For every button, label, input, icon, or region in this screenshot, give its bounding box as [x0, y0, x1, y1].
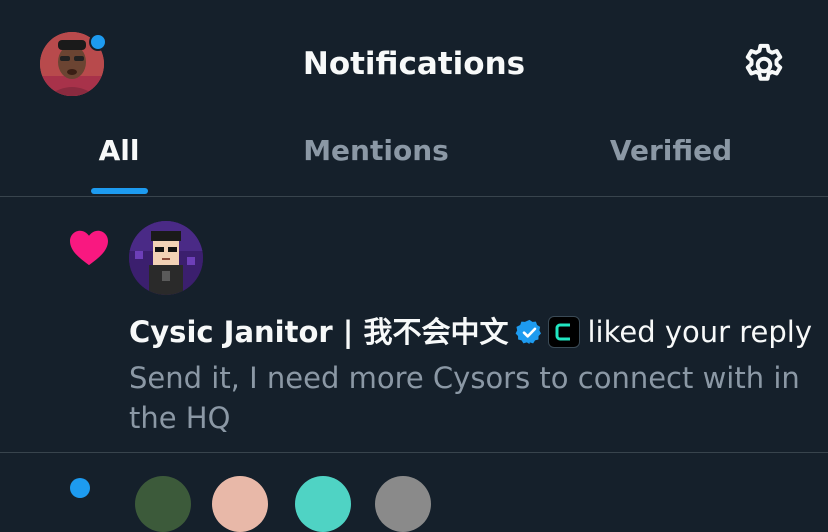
settings-button[interactable] [739, 40, 789, 90]
cysic-logo-icon [547, 316, 580, 348]
top-bar: Notifications [0, 0, 828, 130]
page-title: Notifications [302, 46, 526, 82]
notification-headline: Cysic Janitor | 我不会中文 liked your reply [129, 310, 812, 354]
next-avatar-3[interactable] [295, 476, 351, 532]
notification-action: liked your reply [587, 315, 813, 349]
next-notification-icon [70, 478, 90, 498]
tab-mentions[interactable]: Mentions [290, 118, 462, 196]
tab-all[interactable]: All [60, 118, 178, 196]
actor-name[interactable]: Cysic Janitor | 我不会中文 [129, 315, 509, 349]
next-avatar-1[interactable] [135, 476, 191, 532]
tab-all-label: All [98, 134, 140, 167]
verified-badge-icon [515, 315, 544, 344]
tab-verified-label: Verified [609, 134, 733, 167]
actor-avatar-image [129, 221, 203, 295]
next-avatar-2[interactable] [212, 476, 268, 532]
active-tab-indicator [91, 188, 148, 194]
tab-mentions-label: Mentions [303, 134, 449, 167]
actor-avatar[interactable] [129, 221, 203, 295]
next-avatar-4[interactable] [375, 476, 431, 532]
heart-icon [67, 228, 111, 266]
gear-icon [745, 43, 783, 81]
notification-divider [0, 452, 828, 453]
tab-bar: All Mentions Verified [0, 118, 828, 196]
tab-verified[interactable]: Verified [596, 118, 746, 196]
reply-preview-text: Send it, I need more Cysors to connect w… [129, 361, 800, 435]
